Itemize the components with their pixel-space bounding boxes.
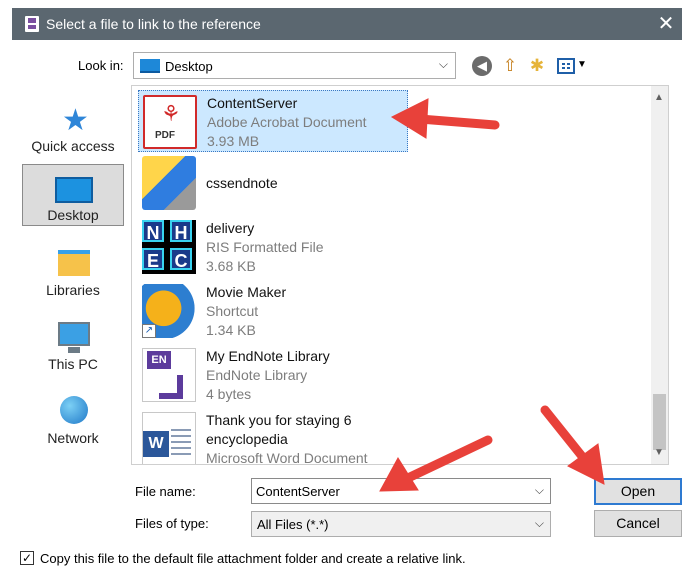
chevron-down-icon: ⌵	[438, 57, 448, 71]
file-type: RIS Formatted File	[206, 239, 324, 255]
file-size: 4 bytes	[206, 386, 252, 402]
file-item-delivery[interactable]: NH EC delivery RIS Formatted File 3.68 K…	[138, 216, 408, 278]
file-name: My EndNote Library	[206, 348, 330, 364]
file-name-input[interactable]	[256, 482, 524, 500]
lookin-value: Desktop	[165, 59, 213, 74]
endnote-badge-icon: EN	[147, 351, 171, 369]
file-item-endnote-library[interactable]: EN My EndNote Library EndNote Library 4 …	[138, 344, 408, 406]
open-button[interactable]: Open	[594, 478, 682, 505]
shortcut-arrow-icon: ↗	[142, 324, 156, 338]
acrobat-logo-icon: ⚘	[161, 101, 181, 126]
new-folder-icon[interactable]: ✱	[527, 56, 547, 76]
file-type-label: Files of type:	[135, 516, 209, 531]
place-desktop[interactable]: Desktop	[22, 164, 124, 226]
file-type: Adobe Acrobat Document	[207, 114, 367, 130]
up-folder-icon[interactable]: ⇧	[500, 56, 520, 76]
file-type-dropdown[interactable]: All Files (*.*) ⌵	[251, 511, 551, 537]
ris-icon: NH EC	[142, 220, 196, 274]
computer-icon	[58, 322, 90, 353]
file-type-value: All Files (*.*)	[257, 517, 329, 532]
file-item-contentserver[interactable]: ⚘ PDF ContentServer Adobe Acrobat Docume…	[138, 90, 408, 152]
place-label: Libraries	[46, 282, 100, 298]
file-name: ContentServer	[207, 95, 298, 111]
place-this-pc[interactable]: This PC	[22, 312, 124, 374]
word-letter-icon: W	[143, 431, 169, 457]
place-label: This PC	[48, 356, 98, 372]
scroll-up-icon[interactable]: ▲	[654, 92, 664, 103]
movie-maker-icon: ↗	[142, 284, 196, 338]
place-libraries[interactable]: Libraries	[22, 238, 124, 300]
close-icon[interactable]: ✕	[654, 12, 678, 36]
file-name-combobox[interactable]: ⌵	[251, 478, 551, 504]
file-name: Movie Maker	[206, 284, 287, 300]
vertical-scrollbar[interactable]: ▲ ▼	[651, 86, 668, 464]
file-type: EndNote Library	[206, 367, 308, 383]
file-name: Thank you for staying 6	[206, 412, 352, 428]
view-menu-dropdown-icon[interactable]: ▼	[577, 59, 587, 70]
file-size: 3.68 KB	[206, 258, 256, 274]
star-icon: ★	[62, 104, 89, 137]
app-icon	[142, 156, 196, 210]
lookin-label: Look in:	[78, 58, 124, 73]
lookin-dropdown[interactable]: Desktop ⌵	[133, 52, 456, 79]
scroll-down-icon[interactable]: ▼	[654, 447, 664, 458]
network-icon	[60, 396, 88, 424]
file-name-label: File name:	[135, 484, 196, 499]
endnote-icon: EN	[142, 348, 196, 402]
word-icon: W	[142, 412, 196, 464]
places-bar: ★ Quick access Desktop Libraries This PC…	[18, 88, 128, 460]
copy-file-label: Copy this file to the default file attac…	[40, 551, 466, 566]
desktop-folder-icon	[140, 59, 160, 73]
file-type: Microsoft Word Document	[206, 450, 368, 465]
app-icon	[25, 16, 39, 32]
chevron-down-icon: ⌵	[534, 516, 544, 530]
back-icon[interactable]: ◀	[472, 56, 492, 76]
file-name: delivery	[206, 220, 255, 236]
view-menu-icon[interactable]	[557, 58, 575, 74]
place-label: Desktop	[47, 207, 99, 223]
place-quick-access[interactable]: ★ Quick access	[22, 94, 124, 156]
file-list[interactable]: ⚘ PDF ContentServer Adobe Acrobat Docume…	[131, 85, 669, 465]
copy-file-checkbox[interactable]: ✓	[20, 551, 34, 565]
file-size: 1.34 KB	[206, 322, 256, 338]
window-title: Select a file to link to the reference	[46, 16, 261, 32]
scrollbar-thumb[interactable]	[653, 394, 666, 450]
file-item-cssendnote[interactable]: cssendnote	[138, 152, 408, 214]
cancel-button[interactable]: Cancel	[594, 510, 682, 537]
pdf-icon: ⚘ PDF	[143, 95, 197, 149]
file-type: Shortcut	[206, 303, 259, 319]
place-label: Quick access	[31, 138, 115, 154]
place-label: Network	[47, 430, 99, 446]
file-item-word-document[interactable]: W Thank you for staying 6 encyclopedia M…	[138, 408, 408, 465]
file-item-movie-maker[interactable]: ↗ Movie Maker Shortcut 1.34 KB	[138, 280, 408, 342]
libraries-icon	[58, 250, 90, 276]
file-name: cssendnote	[206, 175, 278, 191]
file-name-line2: encyclopedia	[206, 431, 288, 447]
endnote-fold-icon	[159, 375, 183, 399]
place-network[interactable]: Network	[22, 386, 124, 448]
file-size: 3.93 MB	[207, 133, 260, 149]
chevron-down-icon[interactable]: ⌵	[535, 483, 544, 498]
title-bar: Select a file to link to the reference ✕	[12, 8, 682, 40]
pdf-tag-icon: PDF	[155, 130, 175, 141]
document-lines-icon	[171, 429, 191, 457]
desktop-icon	[55, 177, 93, 203]
